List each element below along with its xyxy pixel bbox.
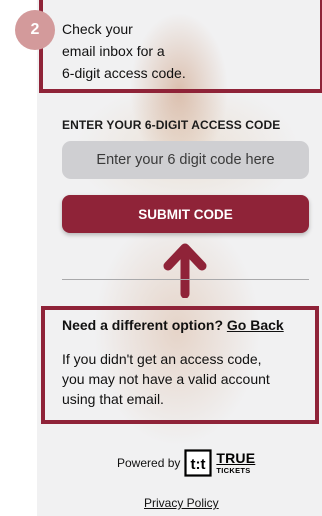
instruction-line: email inbox for a	[62, 43, 165, 59]
brand-wordmark: TRUE TICKETS	[216, 451, 255, 475]
option-text-line: you may not have a valid account	[62, 371, 270, 387]
powered-by-text: Powered by	[117, 456, 181, 470]
different-option-question: Need a different option?	[62, 317, 223, 333]
true-tickets-logo-icon: t:t	[184, 449, 212, 477]
arrow-up-icon	[163, 243, 207, 298]
brand-word-true: TRUE	[216, 450, 256, 467]
different-option-heading: Need a different option? Go Back	[62, 317, 284, 333]
logo-letters: t:t	[191, 456, 206, 473]
instruction-text: Check your email inbox for a 6-digit acc…	[62, 18, 312, 84]
access-code-label: ENTER YOUR 6-DIGIT ACCESS CODE	[62, 118, 281, 132]
different-option-text: If you didn't get an access code, you ma…	[62, 349, 307, 409]
section-divider	[62, 279, 309, 280]
submit-code-button[interactable]: SUBMIT CODE	[62, 195, 309, 233]
brand-word-tickets: TICKETS	[216, 466, 251, 476]
go-back-link[interactable]: Go Back	[227, 317, 284, 333]
instruction-line: Check your	[62, 21, 133, 37]
step-number-badge: 2	[15, 10, 55, 50]
privacy-policy-link[interactable]: Privacy Policy	[144, 496, 219, 510]
instruction-line: 6-digit access code.	[62, 65, 186, 81]
access-code-input[interactable]	[62, 141, 309, 179]
powered-by: Powered by t:t TRUE TICKETS	[117, 448, 255, 478]
option-text-line: using that email.	[62, 391, 164, 407]
option-text-line: If you didn't get an access code,	[62, 351, 262, 367]
